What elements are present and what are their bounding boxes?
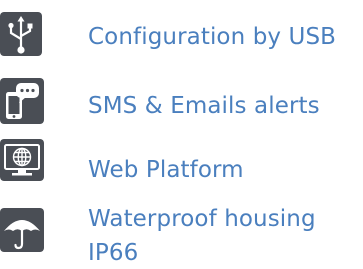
umbrella-icon: [0, 208, 44, 252]
phone-chat-icon: [0, 78, 44, 124]
feature-waterproof-label-line1: Waterproof housing: [88, 206, 316, 232]
feature-sms-email: SMS & Emails alerts: [0, 66, 363, 132]
feature-web-platform: Web Platform: [0, 136, 363, 192]
feature-waterproof-label-line2: IP66: [88, 240, 139, 266]
usb-icon: [0, 12, 42, 56]
monitor-globe-icon: [0, 139, 44, 181]
feature-waterproof: Waterproof housing IP66: [0, 196, 363, 269]
feature-web-label: Web Platform: [88, 157, 244, 183]
feature-usb: Configuration by USB: [0, 0, 363, 66]
feature-sms-label: SMS & Emails alerts: [88, 93, 320, 119]
feature-usb-label: Configuration by USB: [88, 24, 337, 50]
